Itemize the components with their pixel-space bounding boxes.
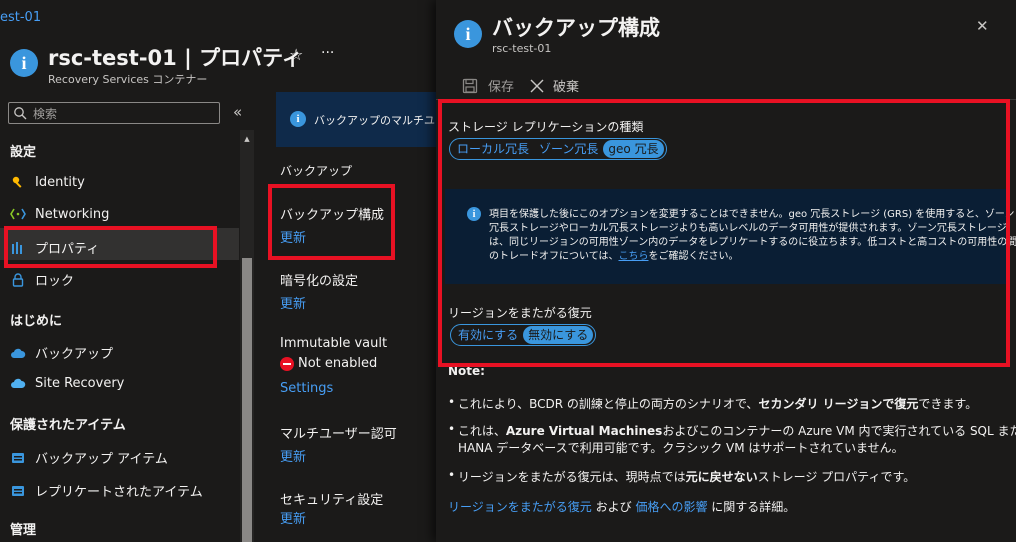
page-title: rsc-test-01 | プロパティ bbox=[48, 46, 303, 70]
encryption-title: 暗号化の設定 bbox=[280, 274, 359, 289]
note-text: できます。 bbox=[918, 397, 978, 411]
security-title: セキュリティ設定 bbox=[280, 493, 384, 508]
database-icon bbox=[10, 450, 26, 466]
note-text: ストレージ プロパティです。 bbox=[757, 470, 916, 484]
cross-region-link[interactable]: リージョンをまたがる復元 bbox=[448, 500, 592, 514]
save-label: 保存 bbox=[488, 80, 515, 95]
sidebar-item-backup-items[interactable]: バックアップ アイテム bbox=[10, 448, 168, 467]
sidebar-item-label: バックアップ bbox=[35, 347, 114, 362]
note-text-bold: Azure Virtual Machines bbox=[505, 424, 663, 438]
footer-text: および bbox=[595, 500, 632, 514]
save-button[interactable]: 保存 bbox=[462, 76, 514, 95]
section-settings: 設定 bbox=[10, 145, 37, 160]
cloud-icon bbox=[10, 345, 26, 361]
section-title: バックアップ bbox=[280, 164, 353, 178]
highlight-box bbox=[438, 99, 1010, 367]
footer-links: リージョンをまたがる復元 および 価格への影響 に関する詳細。 bbox=[448, 498, 795, 515]
discard-button[interactable]: 破棄 bbox=[529, 76, 579, 95]
sidebar-item-label: Identity bbox=[35, 174, 85, 190]
footer-text: に関する詳細。 bbox=[711, 500, 796, 514]
save-icon bbox=[462, 78, 478, 93]
highlight-box bbox=[268, 184, 395, 260]
star-icon[interactable]: ☆ bbox=[289, 45, 303, 64]
search-icon bbox=[14, 107, 27, 120]
discard-label: 破棄 bbox=[553, 80, 580, 95]
note-text: リージョンをまたがる復元は、現時点では bbox=[457, 470, 686, 484]
note-text: これは、 bbox=[457, 424, 506, 438]
more-icon[interactable]: ··· bbox=[321, 45, 334, 61]
not-enabled-icon bbox=[280, 357, 294, 371]
note-text: これにより、BCDR の訓練と停止の両方のシナリオで、 bbox=[457, 397, 759, 411]
immutable-title: Immutable vault bbox=[280, 336, 388, 351]
section-getting-started: はじめに bbox=[10, 314, 63, 329]
sidebar-item-label: Site Recovery bbox=[35, 375, 125, 391]
sidebar-item-label: ロック bbox=[35, 274, 75, 289]
sidebar-item-label: レプリケートされたアイテム bbox=[35, 485, 203, 500]
sidebar-item-label: バックアップ アイテム bbox=[35, 452, 168, 467]
sidebar-item-backup[interactable]: バックアップ bbox=[10, 343, 113, 362]
scroll-up-icon[interactable]: ▲ bbox=[242, 135, 252, 143]
encryption-update-link[interactable]: 更新 bbox=[280, 293, 306, 312]
info-icon: i bbox=[454, 20, 482, 48]
highlight-box bbox=[4, 226, 217, 268]
close-icon[interactable]: ✕ bbox=[976, 17, 989, 35]
sidebar-scrollbar-thumb[interactable] bbox=[242, 258, 252, 542]
pricing-link[interactable]: 価格への影響 bbox=[635, 500, 707, 514]
breadcrumb[interactable]: est-01 bbox=[0, 10, 41, 25]
note-text: およびこのコンテナーの Azure VM 内で実行されている SQL または S… bbox=[662, 424, 1016, 438]
cloud-icon bbox=[10, 375, 26, 391]
note-bullet: • これは、Azure Virtual Machinesおよびこのコンテナーの … bbox=[448, 422, 1016, 439]
security-update-link[interactable]: 更新 bbox=[280, 508, 306, 527]
key-icon bbox=[10, 174, 26, 190]
lock-icon bbox=[10, 272, 26, 288]
sidebar-item-label: Networking bbox=[35, 206, 110, 222]
panel-title: バックアップ構成 bbox=[492, 16, 660, 40]
sidebar-item-networking[interactable]: Networking bbox=[10, 206, 109, 222]
sidebar-item-identity[interactable]: Identity bbox=[10, 174, 85, 190]
sidebar-item-lock[interactable]: ロック bbox=[10, 270, 74, 289]
note-bullet: • リージョンをまたがる復元は、現時点では元に戻せないストレージ プロパティです… bbox=[448, 468, 916, 484]
panel-subtitle: rsc-test-01 bbox=[492, 42, 552, 55]
multiuser-title: マルチユーザー認可 bbox=[280, 427, 397, 442]
discard-icon bbox=[530, 79, 544, 92]
immutable-status: Not enabled bbox=[298, 356, 378, 371]
sidebar-item-replicated-items[interactable]: レプリケートされたアイテム bbox=[10, 481, 203, 500]
database-icon bbox=[10, 483, 26, 499]
search-placeholder: 検索 bbox=[33, 106, 58, 121]
note-text-bold: 元に戻せない bbox=[685, 470, 758, 484]
note-text-bold: セカンダリ リージョンで復元 bbox=[758, 397, 919, 411]
section-manage: 管理 bbox=[10, 523, 37, 538]
sidebar-item-site-recovery[interactable]: Site Recovery bbox=[10, 375, 124, 391]
networking-icon bbox=[10, 206, 26, 222]
section-protected-items: 保護されたアイテム bbox=[10, 418, 126, 433]
immutable-settings-link[interactable]: Settings bbox=[280, 381, 333, 396]
multiuser-update-link[interactable]: 更新 bbox=[280, 446, 306, 465]
collapse-icon[interactable]: « bbox=[233, 103, 242, 121]
note-bullet: • これにより、BCDR の訓練と停止の両方のシナリオで、セカンダリ リージョン… bbox=[448, 395, 978, 411]
note-text: HANA データベースで利用可能です。クラシック VM はサポートされていません… bbox=[458, 441, 904, 455]
info-icon: i bbox=[290, 111, 306, 127]
search-input[interactable]: 検索 bbox=[8, 102, 220, 124]
info-icon: i bbox=[10, 49, 38, 77]
page-subtitle: Recovery Services コンテナー bbox=[48, 73, 208, 86]
